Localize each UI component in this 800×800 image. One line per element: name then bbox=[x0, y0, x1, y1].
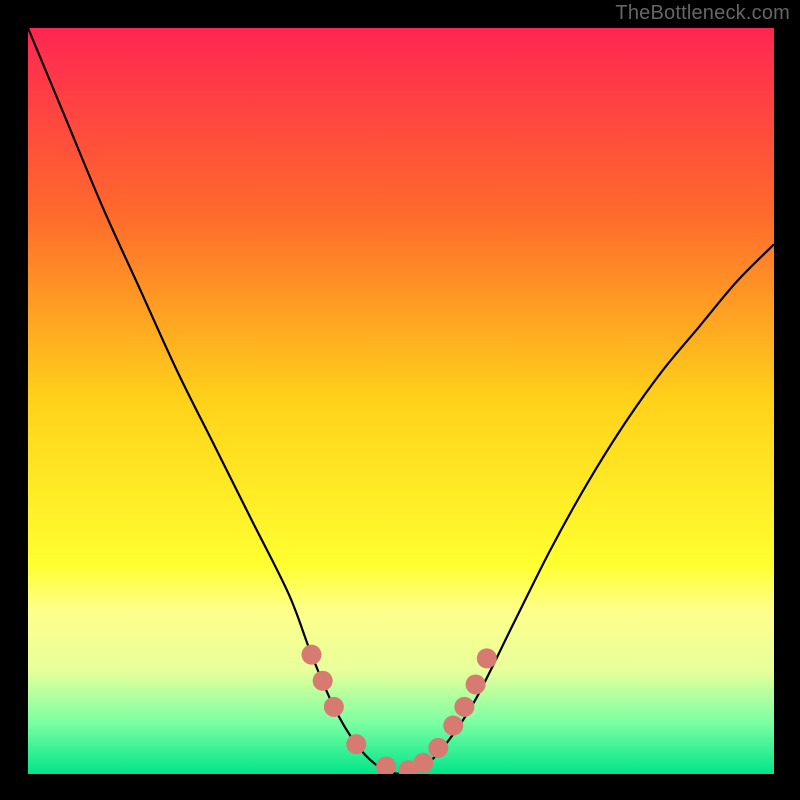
highlight-dot bbox=[413, 753, 433, 773]
highlight-dot bbox=[454, 697, 474, 717]
highlight-dot bbox=[428, 738, 448, 758]
highlight-dot bbox=[301, 645, 321, 665]
highlight-dot bbox=[346, 734, 366, 754]
highlight-dot bbox=[324, 697, 344, 717]
highlight-dot bbox=[466, 674, 486, 694]
highlight-dot bbox=[376, 757, 396, 777]
bottleneck-chart bbox=[0, 0, 800, 800]
highlight-dot bbox=[477, 648, 497, 668]
plot-background bbox=[28, 28, 774, 774]
watermark-text: TheBottleneck.com bbox=[615, 2, 790, 25]
highlight-dot bbox=[443, 716, 463, 736]
highlight-dot bbox=[313, 671, 333, 691]
chart-stage: TheBottleneck.com bbox=[0, 0, 800, 800]
